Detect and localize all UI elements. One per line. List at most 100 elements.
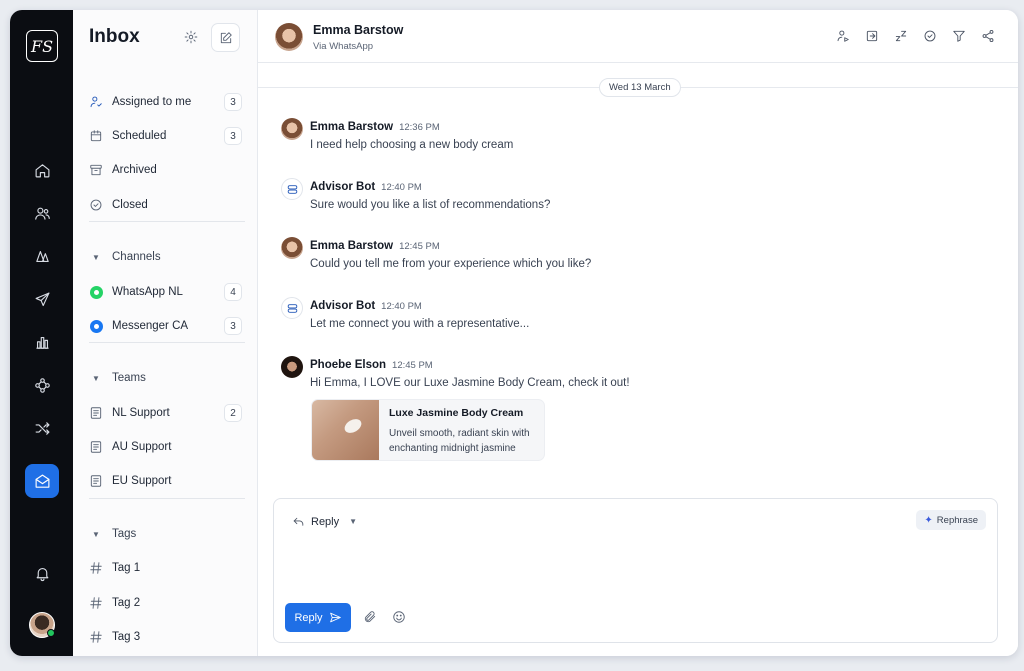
message-text: Let me connect you with a representative… (310, 318, 530, 330)
contacts-nav-button[interactable] (25, 196, 59, 230)
transfer-button[interactable] (864, 28, 880, 44)
filter-icon (953, 30, 965, 42)
product-title: Luxe Jasmine Body Cream (389, 407, 524, 419)
author-avatar (281, 356, 303, 378)
inbox-nav-button[interactable] (25, 464, 59, 498)
nav-rail: FS (10, 10, 73, 656)
users-icon (34, 207, 50, 220)
count-badge: 2 (224, 404, 242, 422)
sidebar-item-au-support[interactable]: AU Support (81, 434, 245, 460)
shuffle-icon (35, 421, 49, 435)
sidebar-item-tag-3[interactable]: Tag 3 (81, 624, 245, 650)
sidebar-item-assigned[interactable]: Assigned to me 3 (81, 89, 245, 115)
reports-nav-button[interactable] (25, 325, 59, 359)
contact-avatar[interactable] (275, 23, 303, 51)
sidebar-item-scheduled[interactable]: Scheduled 3 (81, 123, 245, 149)
header-actions (835, 28, 996, 44)
settings-button[interactable] (181, 27, 201, 47)
author-avatar (281, 237, 303, 259)
share-button[interactable] (980, 28, 996, 44)
gear-icon (184, 30, 198, 44)
channel-subtitle: Via WhatsApp (313, 41, 374, 52)
notifications-button[interactable] (25, 556, 59, 590)
date-divider: Wed 13 March (599, 78, 681, 97)
integrations-nav-button[interactable] (25, 368, 59, 402)
brand-logo[interactable]: FS (26, 30, 58, 62)
channels-section-toggle[interactable]: ▼ Channels (81, 246, 245, 268)
emoji-icon (393, 611, 405, 623)
compose-button[interactable] (211, 23, 240, 52)
sidebar-item-nl-support[interactable]: NL Support 2 (81, 400, 245, 426)
reply-arrow-icon (293, 517, 304, 526)
snooze-icon (895, 30, 907, 42)
message-time: 12:45 PM (392, 360, 433, 371)
sidebar-item-tag-1[interactable]: Tag 1 (81, 555, 245, 581)
count-badge: 3 (224, 127, 242, 145)
inbox-sidebar: Inbox Assigned to me 3 Scheduled 3 Archi… (73, 10, 258, 656)
reply-composer[interactable]: Reply ▼ ✦ Rephrase Reply (273, 498, 998, 643)
emoji-button[interactable] (391, 609, 407, 625)
caret-down-icon: ▼ (92, 252, 100, 262)
reply-mode-dropdown[interactable]: Reply ▼ (292, 515, 357, 528)
sidebar-item-closed[interactable]: Closed (81, 192, 245, 218)
message-text: Sure would you like a list of recommenda… (310, 199, 551, 211)
contact-name[interactable]: Emma Barstow (313, 23, 403, 37)
home-nav-button[interactable] (25, 153, 59, 187)
message-time: 12:40 PM (381, 301, 422, 312)
team-doc-icon (84, 474, 108, 488)
bell-icon (36, 567, 48, 581)
integrations-icon (34, 377, 50, 393)
divider (89, 221, 245, 222)
archive-icon (84, 163, 108, 177)
rephrase-button[interactable]: ✦ Rephrase (916, 510, 986, 530)
filter-button[interactable] (951, 28, 967, 44)
messenger-icon (89, 319, 103, 333)
message-time: 12:40 PM (381, 182, 422, 193)
chart-icon (35, 336, 49, 349)
compose-icon (220, 31, 232, 43)
product-description: Unveil smooth, radiant skin with enchant… (389, 428, 530, 454)
paperclip-icon (364, 611, 376, 623)
resolve-button[interactable] (922, 28, 938, 44)
check-circle-icon (84, 198, 108, 212)
author-avatar (281, 118, 303, 140)
product-card[interactable]: Luxe Jasmine Body Cream Unveil smooth, r… (311, 399, 545, 461)
snooze-button[interactable] (893, 28, 909, 44)
team-doc-icon (84, 406, 108, 420)
author-name: Advisor Bot (310, 300, 376, 312)
caret-down-icon: ▼ (92, 373, 100, 383)
tags-section-toggle[interactable]: ▼ Tags (81, 523, 245, 545)
message-time: 12:36 PM (399, 122, 440, 133)
check-circle-icon (924, 30, 936, 42)
message-text: Hi Emma, I LOVE our Luxe Jasmine Body Cr… (310, 377, 630, 389)
sidebar-item-tag-2[interactable]: Tag 2 (81, 590, 245, 616)
teams-section-toggle[interactable]: ▼ Teams (81, 367, 245, 389)
inbox-icon (35, 474, 49, 488)
count-badge: 3 (224, 317, 242, 335)
knowledge-nav-button[interactable] (25, 239, 59, 273)
sidebar-title: Inbox (89, 26, 140, 47)
count-badge: 4 (224, 283, 242, 301)
flows-nav-button[interactable] (25, 411, 59, 445)
divider (89, 342, 245, 343)
sidebar-item-whatsapp-nl[interactable]: WhatsApp NL 4 (81, 279, 245, 305)
send-reply-button[interactable]: Reply (285, 603, 351, 632)
sidebar-item-archived[interactable]: Archived (81, 157, 245, 183)
product-image (312, 400, 379, 460)
bot-avatar (281, 297, 303, 319)
transfer-icon (866, 30, 878, 42)
conversation-header: Emma Barstow Via WhatsApp (258, 10, 1018, 63)
bot-avatar (281, 178, 303, 200)
sidebar-item-messenger-ca[interactable]: Messenger CA 3 (81, 313, 245, 339)
whatsapp-icon (89, 285, 103, 299)
sidebar-item-eu-support[interactable]: EU Support (81, 468, 245, 494)
send-icon (35, 292, 49, 306)
message-text: Could you tell me from your experience w… (310, 258, 592, 270)
attach-button[interactable] (362, 609, 378, 625)
assign-button[interactable] (835, 28, 851, 44)
share-icon (982, 29, 994, 43)
campaigns-nav-button[interactable] (25, 282, 59, 316)
divider (89, 498, 245, 499)
team-doc-icon (84, 440, 108, 454)
book-icon (35, 250, 49, 262)
